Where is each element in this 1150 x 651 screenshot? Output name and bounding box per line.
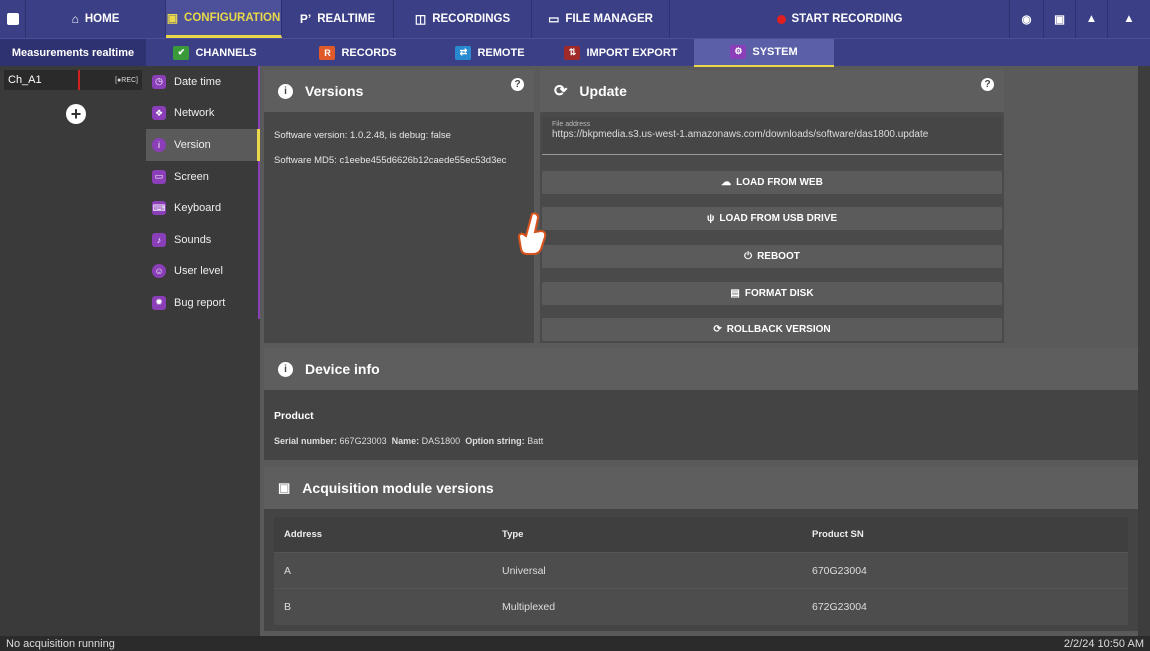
usb-icon: ψ bbox=[706, 213, 715, 224]
channel-item[interactable]: Ch_A1 [●REC] bbox=[4, 70, 142, 90]
help-icon[interactable]: ? bbox=[511, 78, 524, 91]
info-icon: i bbox=[278, 361, 293, 377]
menu-item-date-time[interactable]: ◷ Date time bbox=[146, 66, 260, 98]
device-info-header: i Device info bbox=[264, 348, 1138, 390]
versions-header: i Versions ? bbox=[264, 70, 534, 112]
file-address-field[interactable]: File address https://bkpmedia.s3.us-west… bbox=[542, 117, 1002, 155]
disk-icon: ▤ bbox=[730, 288, 740, 299]
device-details: Serial number: 667G23003 Name: DAS1800 O… bbox=[274, 436, 544, 446]
load-from-usb-button[interactable]: ψ LOAD FROM USB DRIVE bbox=[542, 207, 1002, 230]
nav-home[interactable]: ⌂ HOME bbox=[26, 0, 166, 38]
info-icon: i bbox=[278, 83, 293, 99]
cloud-icon: ☁ bbox=[721, 177, 732, 188]
menu-item-bug-report[interactable]: ✹ Bug report bbox=[146, 287, 260, 319]
acquisition-panel: ▣ Acquisition module versions Address Ty… bbox=[264, 467, 1138, 631]
help-icon[interactable]: ? bbox=[981, 78, 994, 91]
rollback-version-button[interactable]: ⟳ ROLLBACK VERSION bbox=[542, 318, 1002, 341]
nav-configuration[interactable]: ▣ CONFIGURATION bbox=[166, 0, 282, 38]
channel-level-bar bbox=[78, 70, 80, 90]
menu-square-icon[interactable] bbox=[0, 0, 26, 38]
system-menu: ◷ Date time ❖ Network i Version ▭ Screen ⌨ Ke… bbox=[146, 66, 260, 636]
network-icon: ❖ bbox=[152, 106, 166, 121]
acquisition-status: No acquisition running bbox=[6, 637, 115, 650]
add-channel-icon[interactable]: + bbox=[66, 104, 86, 124]
rollback-icon: ⟳ bbox=[713, 324, 722, 335]
format-disk-button[interactable]: ▤ FORMAT DISK bbox=[542, 282, 1002, 305]
monitor-icon: ▭ bbox=[152, 169, 166, 184]
tab-remote[interactable]: ⇄ REMOTE bbox=[432, 39, 548, 67]
channels-icon: ✔ bbox=[173, 45, 190, 60]
acquisition-table: Address Type Product SN A Universal 670G… bbox=[274, 517, 1128, 625]
chip-icon: ▣ bbox=[278, 480, 291, 495]
folder-icon: ▭ bbox=[548, 12, 560, 26]
menu-item-user-level[interactable]: ☺ User level bbox=[146, 255, 260, 288]
product-label: Product bbox=[274, 410, 314, 422]
remote-icon: ⇄ bbox=[455, 45, 472, 60]
table-header-row: Address Type Product SN bbox=[274, 517, 1128, 553]
reboot-button[interactable]: ⏻ REBOOT bbox=[542, 245, 1002, 268]
clock: 2/2/24 10:50 AM bbox=[1063, 637, 1144, 650]
nav-recordings[interactable]: ◫ RECORDINGS bbox=[394, 0, 532, 38]
book-icon[interactable]: ▣ bbox=[1044, 0, 1076, 38]
info-icon: i bbox=[152, 137, 166, 152]
acquisition-header: ▣ Acquisition module versions bbox=[264, 467, 1138, 509]
recordings-icon: ◫ bbox=[414, 12, 427, 26]
nav-realtime[interactable]: P’ REALTIME bbox=[282, 0, 394, 38]
records-icon: R bbox=[319, 45, 336, 60]
tab-records[interactable]: R RECORDS bbox=[284, 39, 432, 67]
top-nav: ⌂ HOME ▣ CONFIGURATION P’ REALTIME ◫ REC… bbox=[0, 0, 1150, 38]
sub-nav: Measurements realtime ✔ CHANNELS R RECOR… bbox=[0, 38, 1150, 67]
home-icon: ⌂ bbox=[71, 12, 79, 26]
menu-item-screen[interactable]: ▭ Screen bbox=[146, 160, 260, 193]
menu-item-network[interactable]: ❖ Network bbox=[146, 97, 260, 130]
nav-file-manager[interactable]: ▭ FILE MANAGER bbox=[532, 0, 670, 38]
software-md5: Software MD5: c1eebe455d6626b12caede55ec… bbox=[274, 155, 507, 166]
menu-item-sounds[interactable]: ♪ Sounds bbox=[146, 223, 260, 256]
table-row[interactable]: B Multiplexed 672G23004 bbox=[274, 589, 1128, 625]
clock-icon: ◷ bbox=[152, 74, 166, 89]
bug-icon: ✹ bbox=[152, 295, 166, 310]
table-row[interactable]: A Universal 670G23004 bbox=[274, 553, 1128, 589]
device-info-panel: i Device info Product Serial number: 667… bbox=[264, 348, 1138, 460]
channel-pane: Ch_A1 [●REC] + bbox=[0, 66, 146, 636]
hand-cursor-icon bbox=[517, 212, 548, 256]
menu-item-keyboard[interactable]: ⌨ Keyboard bbox=[146, 192, 260, 224]
lock-icon[interactable]: ▲ bbox=[1076, 0, 1108, 38]
camera-icon[interactable]: ◉ bbox=[1010, 0, 1044, 38]
menu-item-version[interactable]: i Version bbox=[146, 129, 260, 161]
config-icon: ▣ bbox=[166, 10, 179, 25]
record-dot-icon bbox=[776, 14, 786, 24]
tab-system[interactable]: ⚙ SYSTEM bbox=[694, 38, 834, 67]
speaker-icon: ♪ bbox=[152, 232, 166, 247]
measurements-title: Measurements realtime bbox=[0, 38, 146, 67]
keyboard-icon: ⌨ bbox=[152, 201, 166, 216]
import-export-icon: ⇅ bbox=[564, 45, 581, 60]
software-version: Software version: 1.0.2.48, is debug: fa… bbox=[274, 130, 451, 141]
status-bar: No acquisition running 2/2/24 10:50 AM bbox=[0, 636, 1150, 651]
update-header: ⟳ Update ? bbox=[540, 70, 1004, 112]
gear-icon: ⚙ bbox=[730, 44, 747, 59]
tab-import-export[interactable]: ⇅ IMPORT EXPORT bbox=[548, 39, 694, 67]
start-recording-button[interactable]: START RECORDING bbox=[670, 0, 1010, 38]
scrollbar[interactable] bbox=[1138, 66, 1150, 636]
lock-open-icon[interactable]: ▲ bbox=[1108, 0, 1150, 38]
realtime-icon: P’ bbox=[299, 12, 312, 26]
tab-channels[interactable]: ✔ CHANNELS bbox=[146, 39, 284, 67]
load-from-web-button[interactable]: ☁ LOAD FROM WEB bbox=[542, 171, 1002, 194]
power-icon: ⏻ bbox=[744, 251, 753, 262]
user-icon: ☺ bbox=[152, 264, 166, 279]
refresh-icon: ⟳ bbox=[554, 83, 568, 100]
versions-panel: i Versions ? Software version: 1.0.2.48,… bbox=[264, 70, 534, 343]
